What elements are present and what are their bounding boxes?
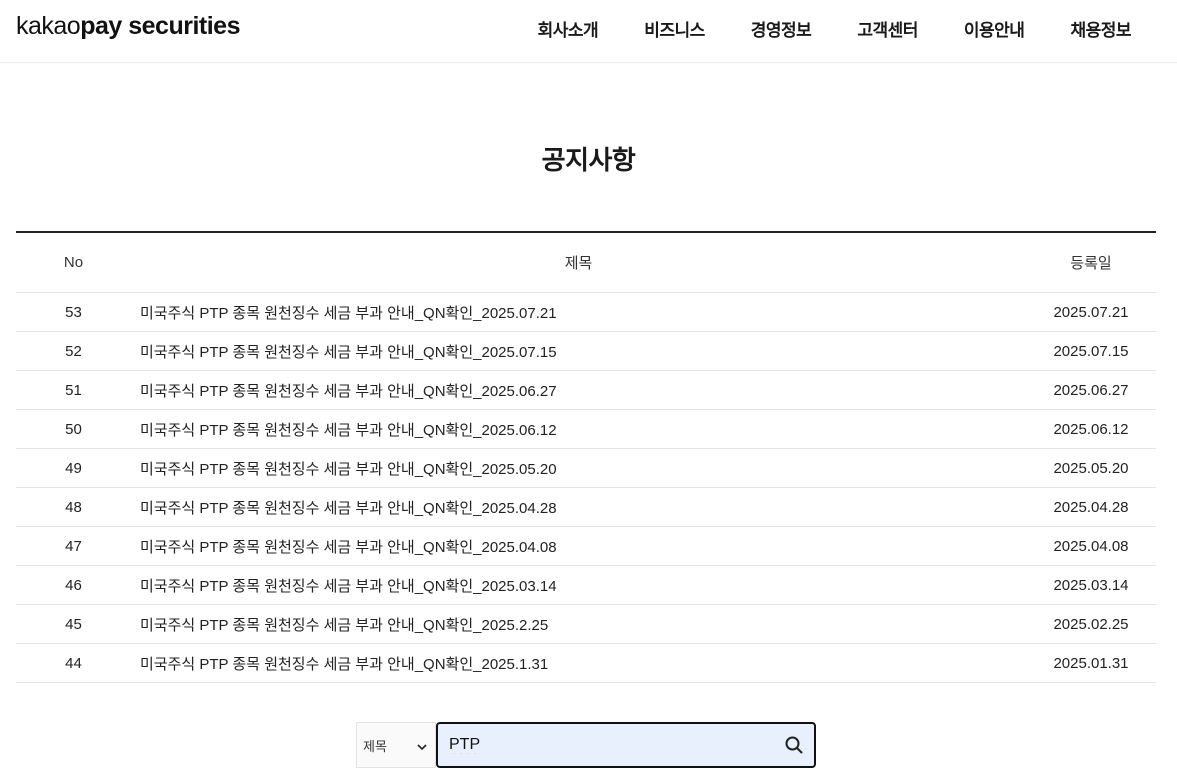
search-bar: 제목 — [356, 722, 816, 768]
header-no: No — [16, 232, 131, 293]
row-title-link[interactable]: 미국주식 PTP 종목 원천징수 세금 부과 안내_QN확인_2025.1.31 — [131, 643, 1026, 683]
nav-item-guide[interactable]: 이용안내 — [964, 16, 1025, 41]
row-no: 50 — [16, 409, 131, 449]
row-title-link[interactable]: 미국주식 PTP 종목 원천징수 세금 부과 안내_QN확인_2025.05.2… — [131, 448, 1026, 488]
row-date: 2025.02.25 — [1026, 604, 1156, 644]
notice-table-wrap: No 제목 등록일 53 미국주식 PTP 종목 원천징수 세금 부과 안내_Q… — [16, 231, 1156, 683]
row-no: 46 — [16, 565, 131, 605]
nav-item-customer-center[interactable]: 고객센터 — [857, 16, 918, 41]
row-date: 2025.03.14 — [1026, 565, 1156, 605]
search-input[interactable] — [447, 735, 784, 755]
logo-prefix: kakao — [16, 12, 81, 40]
row-date: 2025.04.28 — [1026, 487, 1156, 527]
search-type-select[interactable]: 제목 — [356, 722, 436, 768]
header-date: 등록일 — [1026, 232, 1156, 293]
logo-text: pay securities — [80, 12, 240, 40]
nav-item-management[interactable]: 경영정보 — [751, 16, 812, 41]
row-date: 2025.06.12 — [1026, 409, 1156, 449]
nav-item-company[interactable]: 회사소개 — [538, 16, 599, 41]
row-title-link[interactable]: 미국주식 PTP 종목 원천징수 세금 부과 안내_QN확인_2025.03.1… — [131, 565, 1026, 605]
page-title: 공지사항 — [541, 145, 636, 175]
row-no: 51 — [16, 370, 131, 410]
row-no: 49 — [16, 448, 131, 488]
table-header: No 제목 등록일 — [16, 232, 1156, 293]
table-row[interactable]: 48 미국주식 PTP 종목 원천징수 세금 부과 안내_QN확인_2025.0… — [16, 487, 1156, 527]
table-row[interactable]: 49 미국주식 PTP 종목 원천징수 세금 부과 안내_QN확인_2025.0… — [16, 448, 1156, 488]
chevron-down-icon — [417, 740, 427, 751]
row-no: 52 — [16, 331, 131, 371]
nav-item-business[interactable]: 비즈니스 — [644, 16, 705, 41]
row-date: 2025.01.31 — [1026, 643, 1156, 683]
notice-table: No 제목 등록일 53 미국주식 PTP 종목 원천징수 세금 부과 안내_Q… — [16, 231, 1156, 683]
table-row[interactable]: 47 미국주식 PTP 종목 원천징수 세금 부과 안내_QN확인_2025.0… — [16, 526, 1156, 566]
table-header-row: No 제목 등록일 — [16, 232, 1156, 293]
row-date: 2025.07.21 — [1026, 292, 1156, 332]
row-date: 2025.07.15 — [1026, 331, 1156, 371]
row-title-link[interactable]: 미국주식 PTP 종목 원천징수 세금 부과 안내_QN확인_2025.06.1… — [131, 409, 1026, 449]
table-row[interactable]: 50 미국주식 PTP 종목 원천징수 세금 부과 안내_QN확인_2025.0… — [16, 409, 1156, 449]
site-header: kakaopay securities 회사소개 비즈니스 경영정보 고객센터 … — [0, 0, 1177, 63]
search-type-selected: 제목 — [363, 738, 387, 754]
row-title-link[interactable]: 미국주식 PTP 종목 원천징수 세금 부과 안내_QN확인_2025.04.2… — [131, 487, 1026, 527]
search-input-wrap — [436, 722, 816, 768]
row-title-link[interactable]: 미국주식 PTP 종목 원천징수 세금 부과 안내_QN확인_2025.07.2… — [131, 292, 1026, 332]
row-no: 48 — [16, 487, 131, 527]
row-title-link[interactable]: 미국주식 PTP 종목 원천징수 세금 부과 안내_QN확인_2025.07.1… — [131, 331, 1026, 371]
logo[interactable]: kakaopay securities — [16, 12, 240, 41]
search-icon[interactable] — [784, 735, 804, 755]
row-title-link[interactable]: 미국주식 PTP 종목 원천징수 세금 부과 안내_QN확인_2025.06.2… — [131, 370, 1026, 410]
table-row[interactable]: 53 미국주식 PTP 종목 원천징수 세금 부과 안내_QN확인_2025.0… — [16, 292, 1156, 332]
table-row[interactable]: 51 미국주식 PTP 종목 원천징수 세금 부과 안내_QN확인_2025.0… — [16, 370, 1156, 410]
table-row[interactable]: 45 미국주식 PTP 종목 원천징수 세금 부과 안내_QN확인_2025.2… — [16, 604, 1156, 644]
row-date: 2025.06.27 — [1026, 370, 1156, 410]
header-title: 제목 — [131, 232, 1026, 293]
row-no: 53 — [16, 292, 131, 332]
row-date: 2025.04.08 — [1026, 526, 1156, 566]
table-row[interactable]: 44 미국주식 PTP 종목 원천징수 세금 부과 안내_QN확인_2025.1… — [16, 643, 1156, 683]
row-title-link[interactable]: 미국주식 PTP 종목 원천징수 세금 부과 안내_QN확인_2025.2.25 — [131, 604, 1026, 644]
nav-item-careers[interactable]: 채용정보 — [1070, 16, 1131, 41]
main-nav: 회사소개 비즈니스 경영정보 고객센터 이용안내 채용정보 — [538, 0, 1177, 56]
table-body: 53 미국주식 PTP 종목 원천징수 세금 부과 안내_QN확인_2025.0… — [16, 292, 1156, 683]
row-no: 47 — [16, 526, 131, 566]
row-title-link[interactable]: 미국주식 PTP 종목 원천징수 세금 부과 안내_QN확인_2025.04.0… — [131, 526, 1026, 566]
row-date: 2025.05.20 — [1026, 448, 1156, 488]
table-row[interactable]: 46 미국주식 PTP 종목 원천징수 세금 부과 안내_QN확인_2025.0… — [16, 565, 1156, 605]
table-row[interactable]: 52 미국주식 PTP 종목 원천징수 세금 부과 안내_QN확인_2025.0… — [16, 331, 1156, 371]
row-no: 45 — [16, 604, 131, 644]
row-no: 44 — [16, 643, 131, 683]
